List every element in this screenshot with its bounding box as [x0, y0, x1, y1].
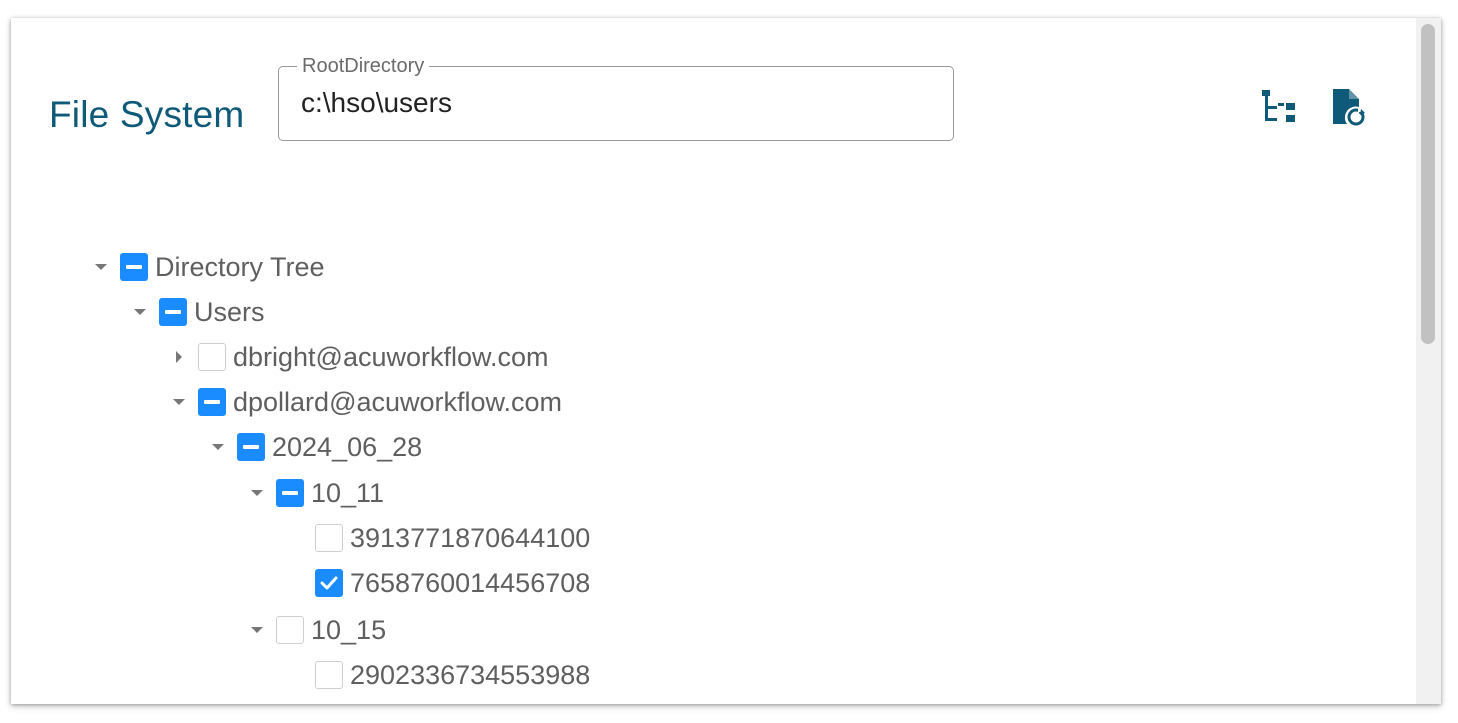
- tree-node-label: dpollard@acuworkflow.com: [233, 387, 563, 417]
- tree-node-label: Users: [194, 297, 265, 327]
- caret-down-icon: [212, 444, 224, 450]
- expand-toggle[interactable]: [164, 342, 194, 372]
- caret-down-icon: [173, 399, 185, 405]
- indeterminate-icon: [282, 491, 298, 495]
- tree-node-label: dbright@acuworkflow.com: [233, 342, 549, 372]
- expand-spacer: [281, 523, 311, 553]
- tree-node-2024-06-28[interactable]: 2024_06_28: [203, 427, 422, 467]
- tree-node-10-11[interactable]: 10_11: [242, 473, 384, 513]
- tree-checkbox[interactable]: [276, 479, 304, 507]
- file-system-panel: File System RootDirectory c:\hso\users D…: [11, 18, 1441, 704]
- expand-toggle[interactable]: [242, 615, 272, 645]
- tree-checkbox[interactable]: [237, 433, 265, 461]
- tree-checkbox[interactable]: [315, 569, 343, 597]
- tree-checkbox[interactable]: [159, 298, 187, 326]
- tree-view-button[interactable]: [1256, 84, 1300, 130]
- tree-node-label: 3913771870644100: [350, 523, 591, 553]
- tree-node-label: 2902336734553988: [350, 660, 591, 690]
- file-refresh-icon: [1333, 89, 1365, 126]
- tree-node-label: 7658760014456708: [350, 568, 591, 598]
- tree-checkbox[interactable]: [198, 343, 226, 371]
- expand-spacer: [281, 660, 311, 690]
- caret-down-icon: [95, 264, 107, 270]
- indeterminate-icon: [165, 310, 181, 314]
- root-directory-field[interactable]: RootDirectory: [278, 55, 954, 141]
- expand-toggle[interactable]: [86, 252, 116, 282]
- tree-node-label: 2024_06_28: [272, 432, 423, 462]
- tree-node-10-15[interactable]: 10_15: [242, 610, 386, 650]
- page-title: File System: [49, 94, 245, 135]
- expand-toggle[interactable]: [203, 432, 233, 462]
- expand-toggle[interactable]: [164, 387, 194, 417]
- checkmark-icon: [320, 576, 338, 590]
- tree-node-dpollard[interactable]: dpollard@acuworkflow.com: [164, 382, 562, 422]
- tree-checkbox[interactable]: [198, 388, 226, 416]
- indeterminate-icon: [243, 445, 259, 449]
- caret-down-icon: [134, 309, 146, 315]
- tree-node-label: 10_11: [311, 478, 385, 508]
- tree-node-7658760014456708[interactable]: 7658760014456708: [281, 563, 590, 603]
- caret-right-icon: [176, 351, 182, 363]
- expand-toggle[interactable]: [242, 478, 272, 508]
- tree-view-icon: [1262, 90, 1295, 122]
- tree-node-3913771870644100[interactable]: 3913771870644100: [281, 518, 590, 558]
- tree-checkbox[interactable]: [315, 524, 343, 552]
- scrollbar-thumb[interactable]: [1421, 24, 1435, 344]
- tree-checkbox[interactable]: [315, 661, 343, 689]
- tree-node-2902336734553988[interactable]: 2902336734553988: [281, 655, 590, 695]
- tree-node-dbright[interactable]: dbright@acuworkflow.com: [164, 337, 549, 377]
- caret-down-icon: [251, 627, 263, 633]
- tree-node-users[interactable]: Users: [125, 292, 265, 332]
- tree-node-label: Directory Tree: [155, 252, 325, 282]
- expand-spacer: [281, 568, 311, 598]
- vertical-scrollbar[interactable]: [1416, 18, 1441, 704]
- tree-checkbox[interactable]: [276, 616, 304, 644]
- root-directory-label: RootDirectory: [297, 55, 430, 77]
- expand-toggle[interactable]: [125, 297, 155, 327]
- indeterminate-icon: [126, 265, 142, 269]
- tree-checkbox[interactable]: [120, 253, 148, 281]
- root-directory-input[interactable]: [301, 87, 921, 119]
- file-refresh-button[interactable]: [1326, 84, 1370, 130]
- tree-node-label: 10_15: [311, 615, 387, 645]
- indeterminate-icon: [204, 400, 220, 404]
- caret-down-icon: [251, 490, 263, 496]
- tree-node-directory-tree[interactable]: Directory Tree: [86, 247, 325, 287]
